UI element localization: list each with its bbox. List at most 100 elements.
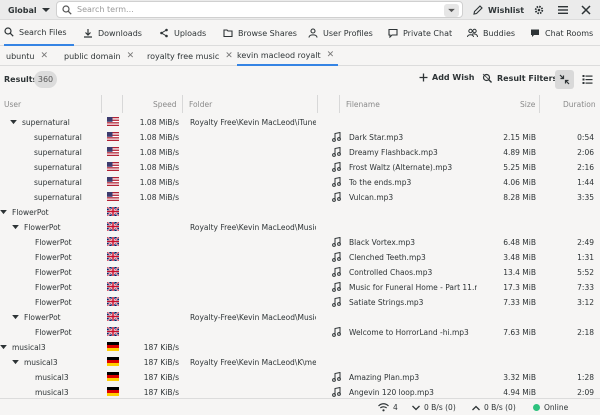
tab-search-files[interactable]: Search Files xyxy=(4,20,74,46)
pencil-icon xyxy=(473,5,483,15)
table-row[interactable]: supernatural 1.08 MiB/s To the ends.mp3 … xyxy=(0,175,600,190)
column-header-size[interactable]: Size xyxy=(520,100,535,109)
cell-filename: Controlled Chaos.mp3 xyxy=(349,268,433,277)
add-wish-button[interactable]: Add Wish xyxy=(419,73,474,82)
tab-user-profiles[interactable]: User Profiles xyxy=(308,20,373,46)
audio-file-icon xyxy=(332,327,341,337)
flag-gb-icon xyxy=(107,312,119,321)
table-row[interactable]: FlowerPot Controlled Chaos.mp3 13.4 MiB … xyxy=(0,265,600,280)
column-header-user[interactable]: User xyxy=(4,100,21,109)
status-bar: 4 0 B/s (0) 0 B/s (0) Online xyxy=(0,398,600,415)
wishlist-button[interactable]: Wishlist xyxy=(473,0,524,20)
expander-open-icon[interactable] xyxy=(0,210,7,215)
table-row[interactable]: musical3 187 KiB/s Royalty Free\Kevin Ma… xyxy=(0,355,600,370)
tab-private-chat[interactable]: Private Chat xyxy=(388,20,452,46)
online-status[interactable]: Online xyxy=(533,403,568,412)
expander-open-icon[interactable] xyxy=(12,225,19,230)
table-row[interactable]: FlowerPot Satiate Strings.mp3 7.33 MiB 3… xyxy=(0,295,600,310)
table-row[interactable]: supernatural 1.08 MiB/s Royalty Free\Kev… xyxy=(0,115,600,130)
cell-duration: 0:54 xyxy=(577,133,594,142)
search-scope-dropdown[interactable]: Global xyxy=(8,0,50,20)
column-divider[interactable] xyxy=(122,95,123,113)
tab-label: Browse Shares xyxy=(238,28,297,38)
table-row[interactable]: FlowerPot xyxy=(0,205,600,220)
search-placeholder: Search term... xyxy=(77,5,134,14)
flag-gb-icon xyxy=(107,282,119,291)
cell-speed: 1.08 MiB/s xyxy=(139,193,179,202)
gear-icon[interactable] xyxy=(533,4,545,16)
column-divider[interactable] xyxy=(539,95,540,113)
search-input[interactable]: Search term... xyxy=(56,1,463,18)
column-header-filename[interactable]: Filename xyxy=(346,100,380,109)
table-row[interactable]: FlowerPot Welcome to HorrorLand -hi.mp3 … xyxy=(0,325,600,340)
list-view-button[interactable] xyxy=(578,70,597,89)
expander-open-icon[interactable] xyxy=(10,120,17,125)
cell-speed: 1.08 MiB/s xyxy=(139,133,179,142)
column-header-folder[interactable]: Folder xyxy=(189,100,212,109)
column-header-duration[interactable]: Duration xyxy=(563,100,596,109)
menu-icon[interactable] xyxy=(557,4,569,16)
table-row[interactable]: FlowerPot Black Vortex.mp3 6.48 MiB 2:49 xyxy=(0,235,600,250)
expander-open-icon[interactable] xyxy=(12,315,19,320)
close-icon[interactable]: ✕ xyxy=(41,51,49,61)
table-row[interactable]: musical3 187 KiB/s Angevin 120 loop.mp3 … xyxy=(0,385,600,398)
plus-icon xyxy=(419,73,428,82)
table-row[interactable]: supernatural 1.08 MiB/s Dark Star.mp3 2.… xyxy=(0,130,600,145)
buddies-icon xyxy=(467,28,478,38)
cell-user: musical3 xyxy=(12,343,46,352)
close-icon[interactable]: ✕ xyxy=(127,51,135,61)
cell-user: supernatural xyxy=(34,148,82,157)
search-tab-active[interactable]: kevin macleod royalt ✕ xyxy=(237,46,339,66)
table-row[interactable]: musical3 187 KiB/s xyxy=(0,340,600,355)
expander-open-icon[interactable] xyxy=(0,345,7,350)
result-filters-label: Result Filters xyxy=(497,73,558,83)
column-divider[interactable] xyxy=(317,95,318,113)
table-row[interactable]: supernatural 1.08 MiB/s Vulcan.mp3 8.28 … xyxy=(0,190,600,205)
cell-duration: 2:16 xyxy=(577,163,594,172)
table-row[interactable]: supernatural 1.08 MiB/s Frost Waltz (Alt… xyxy=(0,160,600,175)
table-row[interactable]: FlowerPot Clenched Teeth.mp3 3.48 MiB 1:… xyxy=(0,250,600,265)
table-row[interactable]: musical3 187 KiB/s Amazing Plan.mp3 3.32… xyxy=(0,370,600,385)
results-toolbar: Results 360 Add Wish Result Filters xyxy=(0,66,600,95)
audio-file-icon xyxy=(332,372,341,382)
expander-open-icon[interactable] xyxy=(12,360,19,365)
search-tab-label: public domain xyxy=(64,51,121,61)
tab-downloads[interactable]: Downloads xyxy=(83,20,142,46)
tab-uploads[interactable]: Uploads xyxy=(159,20,206,46)
flag-gb-icon xyxy=(107,222,119,231)
cell-user: FlowerPot xyxy=(35,298,72,307)
collapse-all-button[interactable] xyxy=(555,70,574,89)
table-row[interactable]: FlowerPot Royalty-Free\Kevin MacLeod\Mus… xyxy=(0,310,600,325)
search-history-dropdown[interactable] xyxy=(444,4,459,17)
table-row[interactable]: FlowerPot Royalty Free\Kevin MacLeod\Mus… xyxy=(0,220,600,235)
search-tab[interactable]: royalty free music ✕ xyxy=(147,46,233,66)
online-status-label: Online xyxy=(544,403,569,412)
results-table-body: supernatural 1.08 MiB/s Royalty Free\Kev… xyxy=(0,113,600,398)
cell-speed: 1.08 MiB/s xyxy=(139,178,179,187)
result-filters-button[interactable]: Result Filters xyxy=(482,73,557,83)
search-tab[interactable]: public domain ✕ xyxy=(64,46,134,66)
cell-size: 6.48 MiB xyxy=(503,238,536,247)
add-wish-label: Add Wish xyxy=(432,73,475,82)
column-header-speed[interactable]: Speed xyxy=(153,100,177,109)
close-icon[interactable]: ✕ xyxy=(327,50,335,60)
tab-chat-rooms[interactable]: Chat Rooms xyxy=(530,20,593,46)
chevron-down-icon xyxy=(41,8,50,12)
search-tab-label: ubuntu xyxy=(6,51,35,61)
table-row[interactable]: supernatural 1.08 MiB/s Dreamy Flashback… xyxy=(0,145,600,160)
connections-count: 4 xyxy=(393,403,398,412)
cell-duration: 2:06 xyxy=(577,148,594,157)
column-divider[interactable] xyxy=(182,95,183,113)
cell-size: 7.63 MiB xyxy=(503,328,536,337)
tab-browse-shares[interactable]: Browse Shares xyxy=(223,20,297,46)
audio-file-icon xyxy=(332,132,341,142)
close-icon[interactable] xyxy=(580,4,592,16)
tab-label: Buddies xyxy=(483,28,516,38)
table-row[interactable]: FlowerPot Music for Funeral Home - Part … xyxy=(0,280,600,295)
column-divider[interactable] xyxy=(339,95,340,113)
column-divider[interactable] xyxy=(101,95,102,113)
search-tab[interactable]: ubuntu ✕ xyxy=(6,46,48,66)
cell-duration: 1:44 xyxy=(577,178,594,187)
close-icon[interactable]: ✕ xyxy=(225,51,233,61)
tab-buddies[interactable]: Buddies xyxy=(467,20,515,46)
